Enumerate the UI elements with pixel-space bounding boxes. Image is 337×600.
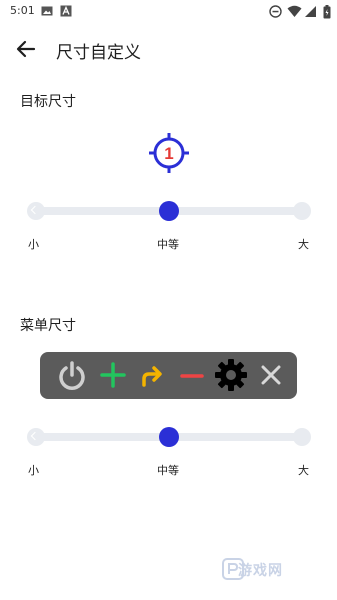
- slider-mid-label: 中等: [157, 238, 179, 251]
- wifi-icon: [287, 5, 302, 17]
- target-number: 1: [164, 144, 173, 163]
- arrow-back-icon[interactable]: [14, 37, 38, 61]
- menu-size-label: 菜单尺寸: [20, 318, 76, 334]
- target-crosshair-icon: 1: [149, 133, 189, 173]
- menu-size-slider[interactable]: [27, 427, 311, 447]
- slider-min-endcap: [27, 202, 45, 220]
- do-not-disturb-icon: [269, 5, 282, 18]
- target-size-label: 目标尺寸: [20, 94, 76, 110]
- signal-icon: [305, 6, 316, 17]
- slider-min-label: 小: [28, 464, 39, 477]
- slider-thumb[interactable]: [159, 427, 179, 447]
- slider-min-label: 小: [28, 238, 39, 251]
- power-icon: [59, 361, 85, 390]
- status-bar: 5:01: [0, 0, 337, 24]
- page-title: 尺寸自定义: [56, 43, 141, 63]
- slider-min-endcap: [27, 428, 45, 446]
- status-time: 5:01: [10, 4, 35, 17]
- gear-icon: [215, 359, 247, 391]
- redo-arrow-icon: [142, 366, 162, 387]
- slider-max-label: 大: [298, 464, 309, 477]
- text-notification-icon: [60, 5, 72, 17]
- battery-icon: [323, 5, 331, 19]
- app-bar: 尺寸自定义: [0, 24, 337, 76]
- image-notification-icon: [41, 6, 53, 16]
- slider-max-endcap: [293, 202, 311, 220]
- slider-max-label: 大: [298, 238, 309, 251]
- minus-icon: [180, 374, 204, 378]
- close-icon: [261, 365, 281, 385]
- watermark-text: 游戏网: [238, 563, 283, 579]
- menu-preview-bar: [40, 352, 297, 399]
- slider-mid-label: 中等: [157, 464, 179, 477]
- slider-thumb[interactable]: [159, 201, 179, 221]
- target-size-slider[interactable]: [27, 201, 311, 221]
- plus-icon: [100, 362, 126, 388]
- slider-max-endcap: [293, 428, 311, 446]
